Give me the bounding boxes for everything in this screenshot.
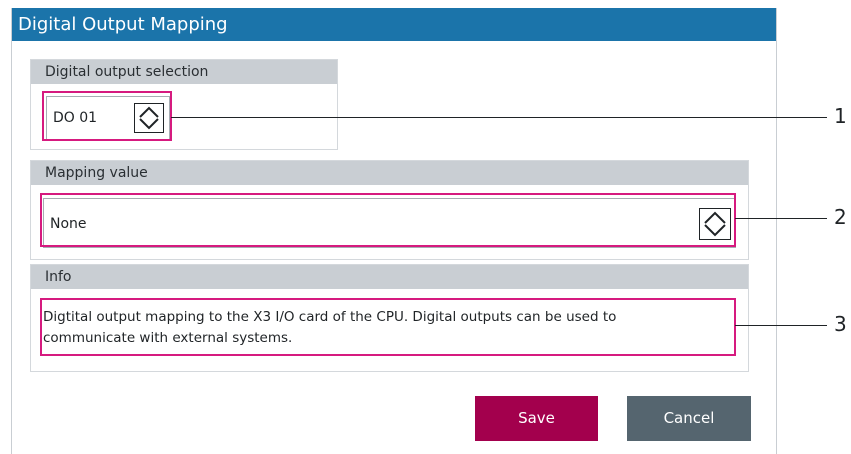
info-label: Info — [31, 265, 748, 289]
mapping-value-spinner-button[interactable] — [699, 208, 731, 240]
mapping-value-section: Mapping value None — [30, 160, 749, 260]
dialog-title: Digital Output Mapping — [12, 8, 776, 41]
mapping-value-text: None — [50, 216, 87, 232]
digital-output-value: DO 01 — [53, 110, 98, 126]
digital-output-mapping-dialog: Digital Output Mapping Digital output se… — [11, 8, 777, 454]
digital-output-select[interactable]: DO 01 — [46, 96, 170, 140]
callout-3-line — [735, 325, 827, 326]
callout-3-number: 3 — [834, 312, 847, 336]
callout-2-number: 2 — [834, 205, 847, 229]
callout-1-line — [171, 117, 827, 118]
mapping-value-select[interactable]: None — [43, 198, 736, 248]
up-down-arrow-icon — [139, 106, 159, 130]
mapping-value-label: Mapping value — [31, 161, 748, 185]
cancel-button[interactable]: Cancel — [627, 396, 751, 441]
info-line-1: Digtital output mapping to the X3 I/O ca… — [43, 309, 617, 325]
info-text: Digtital output mapping to the X3 I/O ca… — [43, 307, 733, 349]
callout-2-line — [735, 218, 827, 219]
digital-output-spinner-button[interactable] — [134, 103, 164, 133]
info-line-2: communicate with external systems. — [43, 330, 293, 346]
info-section: Info Digtital output mapping to the X3 I… — [30, 264, 749, 372]
digital-output-label: Digital output selection — [31, 60, 337, 84]
save-button[interactable]: Save — [475, 396, 598, 441]
digital-output-section: Digital output selection DO 01 — [30, 59, 338, 150]
callout-1-number: 1 — [834, 104, 847, 128]
up-down-arrow-icon — [704, 211, 726, 237]
